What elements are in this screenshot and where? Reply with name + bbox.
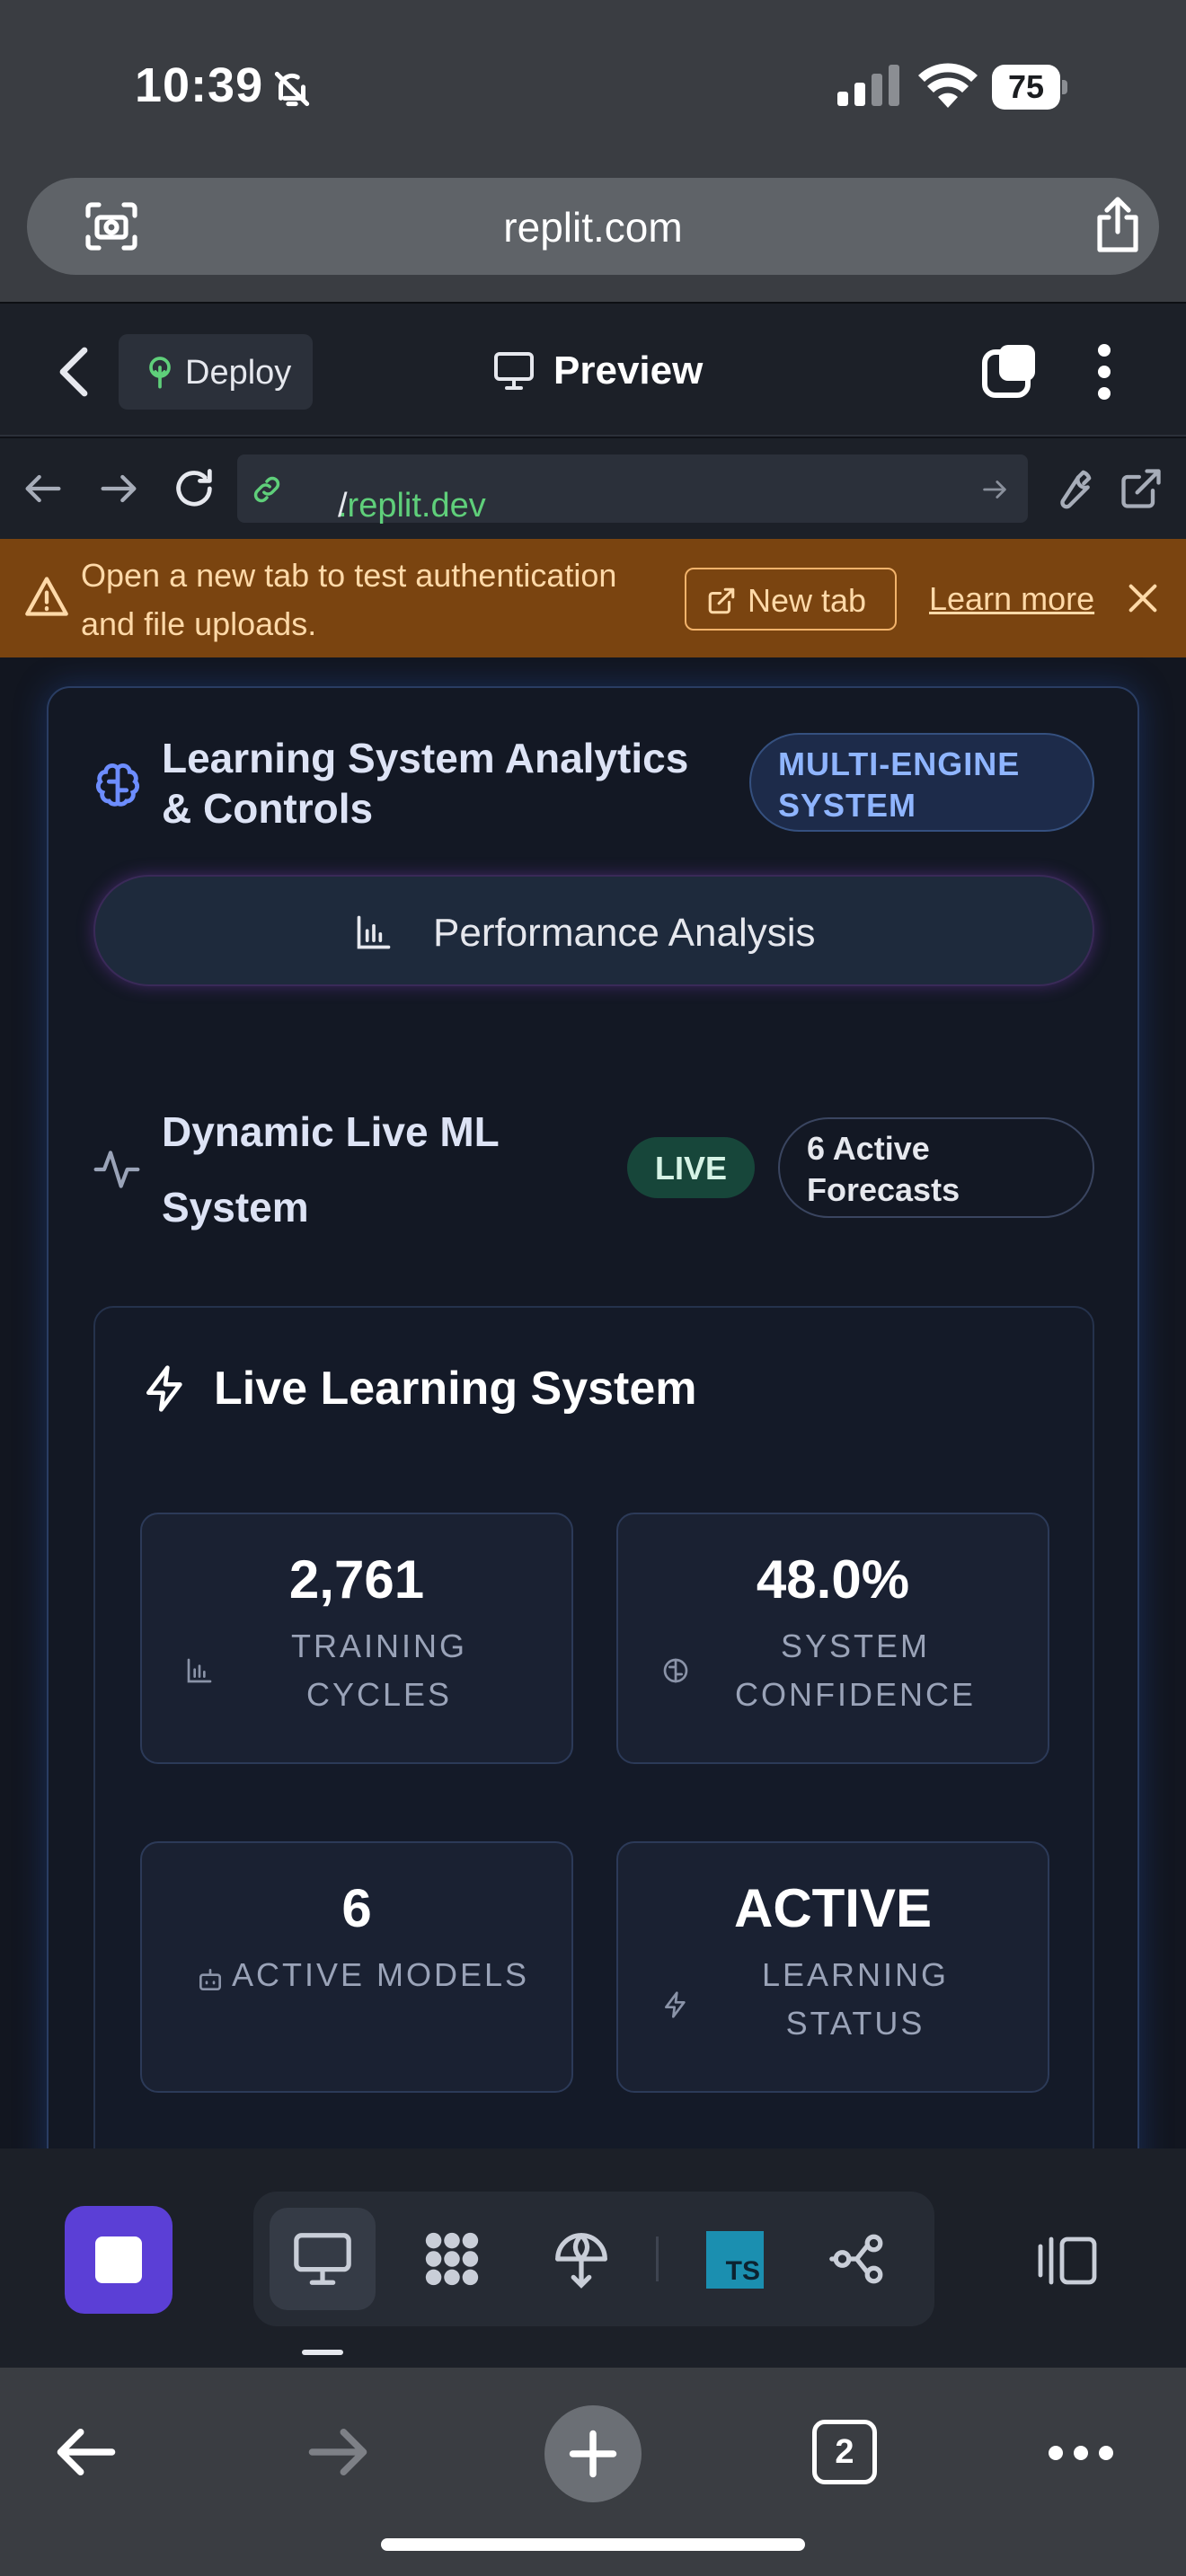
back-arrow-icon[interactable] [52, 2418, 120, 2486]
close-icon[interactable] [1125, 580, 1161, 616]
warning-icon [25, 577, 68, 616]
learn-more-link[interactable]: Learn more [929, 580, 1094, 618]
auth-warning-banner: Open a new tab to test authentication an… [0, 539, 1186, 657]
home-indicator [381, 2538, 805, 2551]
card-title: Learning System Analytics & Controls [162, 735, 689, 832]
tool-deploy[interactable] [528, 2208, 634, 2310]
new-tab-button[interactable]: New tab [685, 568, 897, 631]
dynamic-ml-title: Dynamic Live ML System [162, 1108, 499, 1231]
analytics-card: Learning System Analytics & Controls MUL… [47, 686, 1139, 2148]
more-icon[interactable] [1048, 2439, 1114, 2466]
arrow-right-icon[interactable] [95, 465, 142, 512]
stat-value: 6 [341, 1878, 372, 1938]
live-learning-panel: Live Learning System 2,761 TRAINING CYCL… [93, 1306, 1094, 2148]
stop-icon [95, 2236, 142, 2283]
active-tool-indicator [302, 2350, 343, 2355]
tab-switcher-button[interactable]: 2 [812, 2420, 877, 2484]
replit-bottom-toolbar: TS [0, 2148, 1186, 2368]
stat-value: 48.0% [756, 1549, 910, 1610]
bolt-icon [146, 1365, 182, 1412]
tool-group: TS [253, 2192, 934, 2326]
go-arrow-icon[interactable] [979, 474, 1010, 505]
activity-icon [93, 1151, 140, 1188]
preview-address-field[interactable]: .replit.dev / [237, 454, 1028, 525]
stat-value: ACTIVE [733, 1878, 933, 1938]
share-icon[interactable] [1093, 196, 1143, 253]
link-icon [253, 476, 280, 503]
layout-toggle-icon[interactable] [1030, 2231, 1102, 2290]
brain-icon [95, 763, 140, 807]
back-chevron-icon[interactable] [56, 347, 92, 397]
git-branch-icon [829, 2234, 883, 2284]
active-forecasts-badge: 6 Active Forecasts [778, 1117, 1094, 1218]
new-tab-plus-button[interactable] [544, 2405, 642, 2502]
deploy-button[interactable]: Deploy [119, 334, 313, 410]
banner-message: Open a new tab to test authentication an… [81, 557, 617, 642]
safari-url-text[interactable]: replit.com [27, 203, 1159, 251]
plus-icon [569, 2430, 617, 2478]
stop-button[interactable] [65, 2206, 173, 2314]
forward-arrow-icon[interactable] [304, 2418, 372, 2486]
wrench-icon[interactable] [1049, 465, 1096, 512]
stat-label: LEARNING STATUS [761, 1956, 950, 2042]
stat-system-confidence: 48.0% SYSTEM CONFIDENCE [616, 1513, 1049, 1764]
stat-label: ACTIVE MODELS [232, 1956, 530, 1993]
stat-value: 2,761 [288, 1549, 425, 1610]
agent-dots-icon [425, 2232, 479, 2286]
deploy-globe-icon [555, 2233, 607, 2289]
stat-training-cycles: 2,761 TRAINING CYCLES [140, 1513, 573, 1764]
status-time: 10:39 [135, 58, 264, 112]
preview-browser-bar: .replit.dev / [0, 438, 1186, 539]
performance-analysis-button[interactable]: Performance Analysis [93, 875, 1094, 986]
toolbar-divider [656, 2236, 659, 2281]
ios-top-chrome: 10:39 75 replit.com [0, 0, 1186, 302]
multi-engine-badge: MULTI-ENGINE SYSTEM [749, 733, 1094, 832]
arrow-left-icon[interactable] [20, 465, 66, 512]
app-content: Learning System Analytics & Controls MUL… [0, 657, 1186, 2148]
stat-label: SYSTEM CONFIDENCE [734, 1628, 976, 1713]
safari-bottom-bar: 2 [0, 2368, 1186, 2576]
stat-active-models: 6 ACTIVE MODELS [140, 1841, 573, 2093]
replit-header: Deploy Preview [0, 302, 1186, 437]
monitor-icon [494, 352, 534, 390]
battery-indicator: 75 [992, 65, 1067, 110]
cellular-signal-icon [837, 65, 899, 106]
live-badge: LIVE [627, 1137, 755, 1198]
safari-url-bar[interactable]: replit.com [27, 178, 1159, 275]
external-link-icon[interactable] [1118, 465, 1164, 512]
deploy-label: Deploy [185, 354, 292, 392]
monitor-icon [294, 2233, 351, 2285]
tool-agent[interactable] [399, 2208, 505, 2310]
tool-preview[interactable] [270, 2208, 376, 2310]
external-link-icon [708, 587, 735, 614]
deploy-icon [149, 357, 171, 389]
stat-learning-status: ACTIVE LEARNING STATUS [616, 1841, 1049, 2093]
tool-git[interactable] [805, 2208, 911, 2310]
live-learning-title: Live Learning System [214, 1363, 697, 1415]
wifi-icon [918, 63, 978, 108]
tabs-icon[interactable] [981, 341, 1039, 399]
typescript-icon[interactable]: TS [706, 2231, 764, 2289]
stat-label: TRAINING CYCLES [290, 1628, 467, 1713]
kebab-menu-icon[interactable] [1091, 343, 1118, 401]
bar-chart-icon [357, 915, 391, 949]
refresh-icon[interactable] [171, 465, 217, 512]
bell-slash-icon [274, 71, 310, 107]
